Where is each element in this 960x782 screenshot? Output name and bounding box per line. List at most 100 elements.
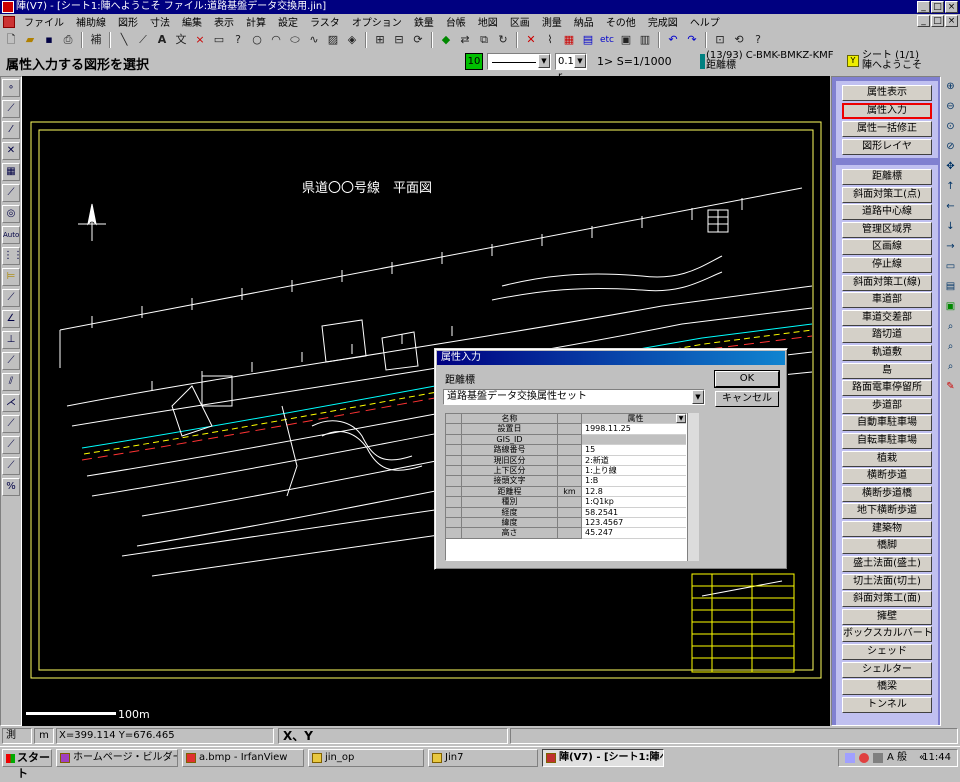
attribute-value[interactable]: 12.8 [582,487,686,498]
layer-button[interactable]: 盛土法面(盛土) [842,556,932,573]
pan-down-icon[interactable]: ↓ [944,220,958,234]
point-icon[interactable]: ∘ [2,79,20,97]
divide-icon[interactable]: ⟋ [2,436,20,454]
menu-raster[interactable]: ラスタ [304,14,346,29]
layer-button[interactable]: 横断歩道橋 [842,485,932,502]
layer-button[interactable]: 踏切道 [842,327,932,344]
ellipse-icon[interactable]: ⬭ [287,32,303,48]
layer-button[interactable]: 路面電車停留所 [842,380,932,397]
menu-help[interactable]: ヘルプ [684,14,726,29]
parallel-icon[interactable]: ⫽ [2,373,20,391]
zoom-in-icon[interactable]: ⊕ [944,80,958,94]
attribute-value[interactable]: 15 [582,445,686,456]
bisect-icon[interactable]: ⋌ [2,394,20,412]
layer-button[interactable]: 橋梁 [842,679,932,696]
menu-parcel[interactable]: 区画 [504,14,536,29]
menu-aux-line[interactable]: 補助線 [70,14,112,29]
antivirus-icon[interactable] [859,753,869,763]
layer-info[interactable]: (13/93) C-BMK-BMKZ-KMF 距離標 [706,51,846,71]
table-icon[interactable]: ▤ [580,32,596,48]
layer-view-icon[interactable]: ▤ [944,280,958,294]
layer-button[interactable]: 斜面対策工(面) [842,591,932,608]
menu-view[interactable]: 表示 [208,14,240,29]
table-row[interactable]: 距離程 km 12.8 [446,486,686,498]
chevron-down-icon[interactable]: ▼ [692,390,704,404]
doc-icon[interactable] [3,15,15,28]
menu-survey[interactable]: 測量 [536,14,568,29]
layer-button[interactable]: シェッド [842,644,932,661]
circle-icon[interactable]: ○ [249,32,265,48]
layer-button[interactable]: 区画線 [842,239,932,256]
layer-button[interactable]: 地下横断歩道 [842,503,932,520]
open-folder-icon[interactable]: ▰ [22,32,38,48]
attribute-value[interactable]: 58.2541 [582,508,686,518]
calc-icon[interactable]: ▣ [618,32,634,48]
cancel-button[interactable]: キャンセル [715,391,779,407]
dimension-icon[interactable]: × [192,32,208,48]
cross-line-icon[interactable]: ✕ [2,142,20,160]
aux-edit-button[interactable]: 補 [88,32,104,48]
two-point-line-icon[interactable]: ⟋ [2,100,20,118]
task-jin7[interactable]: Jin7 [428,749,538,767]
rotate-icon[interactable]: ↻ [495,32,511,48]
grid-dots-icon[interactable]: ⋮⋮ [2,247,23,265]
table-row[interactable]: 接頭文字 1:B ▼ [446,414,686,487]
menu-as-built[interactable]: 完成図 [642,14,684,29]
attribute-display-button[interactable]: 属性表示 [842,85,932,101]
rect-icon[interactable]: ▭ [211,32,227,48]
text-tool-button[interactable]: 文 [173,32,189,48]
layer-button[interactable]: 植栽 [842,450,932,467]
help-icon[interactable]: ? [750,32,766,48]
layer-button[interactable]: 歩道部 [842,397,932,414]
copy-icon[interactable]: ⧉ [476,32,492,48]
delete-icon[interactable]: ✕ [523,32,539,48]
table-row[interactable]: 種別 1:Q1kp ▼ [446,414,686,508]
layer-number-box[interactable]: 10 [465,53,483,70]
measure-icon[interactable]: ⌕ [944,360,958,374]
save-icon[interactable]: ▪ [41,32,57,48]
unit-indicator[interactable]: m [34,728,54,744]
line-type-select[interactable]: ▼ [487,53,551,70]
table-row[interactable]: 上下区分 1:上り線 ▼ [446,414,686,477]
property-icon[interactable]: ⊟ [391,32,407,48]
menu-map[interactable]: 地図 [472,14,504,29]
layer-lock-icon[interactable]: Y [847,55,859,67]
layer-button[interactable]: 橋脚 [842,538,932,555]
pan-right-icon[interactable]: → [944,240,958,254]
find-next-icon[interactable]: ⌕ [944,340,958,354]
diagonal-icon[interactable]: ⟋ [2,184,20,202]
volume-icon[interactable] [873,753,883,763]
grid-snap-icon[interactable]: ▦ [2,163,20,181]
layer-button[interactable]: 切土法面(切土) [842,573,932,590]
grid-icon[interactable]: ▥ [637,32,653,48]
text-a-icon[interactable]: A [154,32,170,48]
table-row[interactable]: 高さ 45.247 [446,528,686,539]
etc-button[interactable]: etc [599,32,615,48]
menu-calc[interactable]: 計算 [240,14,272,29]
angle-icon[interactable]: ∠ [2,310,20,328]
layer-button[interactable]: 自動車駐車場 [842,415,932,432]
pan-up-icon[interactable]: ↑ [944,180,958,194]
layer-icon[interactable]: ⊞ [372,32,388,48]
color-grid-icon[interactable]: ▦ [561,32,577,48]
layer-button[interactable]: 斜面対策工(線) [842,274,932,291]
reload-icon[interactable]: ⟳ [410,32,426,48]
attribute-set-select[interactable]: 道路基盤データ交換属性セット ▼ [443,389,705,405]
layer-button[interactable]: シェルター [842,661,932,678]
maximize-button[interactable]: □ [931,1,944,13]
axis-order-indicator[interactable]: X、Y [278,728,508,744]
layer-button[interactable]: 横断歩道 [842,468,932,485]
attribute-value[interactable] [582,434,686,446]
sheet-info[interactable]: シート (1/1) 陣へようこそ [862,51,922,71]
task-homepage-builder[interactable]: ホームページ・ビルダー - [i... [56,749,178,767]
auto-snap-icon[interactable]: Auto [2,226,20,244]
attribute-value[interactable]: 1:上り線 [582,466,686,477]
chevron-down-icon[interactable]: ▼ [538,54,550,68]
layer-button[interactable]: 自転車駐車場 [842,432,932,449]
layer-button[interactable]: 擁壁 [842,608,932,625]
table-row[interactable]: 緯度 123.4567 [446,517,686,529]
attribute-value[interactable]: 45.247 [582,528,686,539]
line-by-point-icon[interactable]: ⁄ [2,121,20,139]
ok-button[interactable]: OK [714,370,780,388]
refresh-icon[interactable]: ⟲ [731,32,747,48]
